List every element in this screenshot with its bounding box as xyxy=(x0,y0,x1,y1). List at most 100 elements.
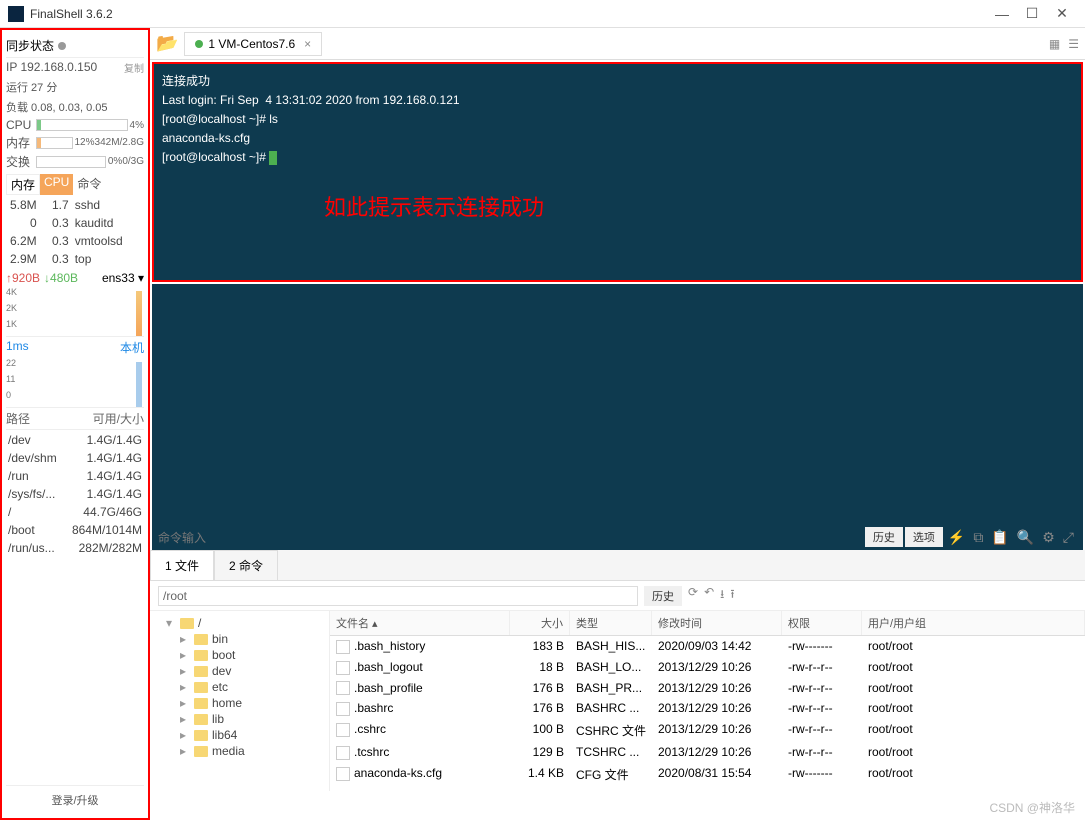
proc-row: 2.9M0.3top xyxy=(8,251,142,267)
net-up: ↑920B xyxy=(6,271,40,285)
annotation-text: 如此提示表示连接成功 xyxy=(324,190,544,222)
net-graph: 4K 2K 1K xyxy=(6,287,144,337)
fs-row: /run/us...282M/282M xyxy=(8,540,142,556)
proc-cmd-col[interactable]: 命令 xyxy=(73,174,105,195)
process-header[interactable]: 内存 CPU 命令 xyxy=(6,174,144,195)
proc-mem-col[interactable]: 内存 xyxy=(6,174,40,195)
toolbar-right-icons: ▦ ☰ xyxy=(1049,37,1079,51)
folder-icon xyxy=(194,634,208,645)
ytick: 1K xyxy=(6,319,17,329)
mem-label: 内存 xyxy=(6,134,34,151)
paste-icon[interactable]: 📋 xyxy=(988,529,1011,546)
sync-status-row: 同步状态 xyxy=(6,34,144,58)
file-row[interactable]: .cshrc100 BCSHRC 文件2013/12/29 10:26-rw-r… xyxy=(330,719,1085,742)
cursor-icon xyxy=(269,151,277,165)
proc-cpu-col[interactable]: CPU xyxy=(40,174,73,195)
tab-files[interactable]: 1 文件 xyxy=(150,550,214,580)
path-input[interactable] xyxy=(158,586,638,606)
file-history-button[interactable]: 历史 xyxy=(644,586,682,606)
upload-icon[interactable]: ⭱ xyxy=(730,585,734,606)
col-type[interactable]: 类型 xyxy=(570,611,652,635)
bolt-icon[interactable]: ⚡ xyxy=(945,529,968,546)
file-list[interactable]: 文件名 ▴ 大小 类型 修改时间 权限 用户/用户组 .bash_history… xyxy=(330,611,1085,791)
sync-dot-icon xyxy=(58,42,66,50)
copy-button[interactable]: 复制 xyxy=(124,60,144,75)
file-icon xyxy=(336,681,350,695)
cpu-label: CPU xyxy=(6,118,34,132)
file-row[interactable]: .bash_profile176 BBASH_PR...2013/12/29 1… xyxy=(330,678,1085,699)
fs-path-hdr: 路径 xyxy=(6,410,51,427)
file-row[interactable]: anaconda-ks.cfg1.4 KBCFG 文件2020/08/31 15… xyxy=(330,763,1085,786)
file-row[interactable]: .tcshrc129 BTCSHRC ...2013/12/29 10:26-r… xyxy=(330,742,1085,763)
tree-item: ▸lib64 xyxy=(154,727,325,743)
net-iface-dropdown[interactable]: ens33 ▾ xyxy=(102,271,144,285)
col-size[interactable]: 大小 xyxy=(510,611,570,635)
command-input[interactable]: 命令输入 xyxy=(158,529,865,546)
history-button[interactable]: 历史 xyxy=(865,527,903,547)
folder-tree[interactable]: ▾/ ▸bin ▸boot ▸dev ▸etc ▸home ▸lib ▸lib6… xyxy=(150,611,330,791)
login-upgrade-link[interactable]: 登录/升级 xyxy=(6,785,144,814)
file-row[interactable]: .bash_logout18 BBASH_LO...2013/12/29 10:… xyxy=(330,657,1085,678)
folder-icon xyxy=(194,682,208,693)
options-button[interactable]: 选项 xyxy=(905,527,943,547)
mem-bar xyxy=(36,137,73,149)
close-button[interactable]: ✕ xyxy=(1047,5,1077,22)
folder-icon xyxy=(194,714,208,725)
settings-icon[interactable]: ⚙ xyxy=(1039,529,1058,546)
ytick: 4K xyxy=(6,287,17,297)
open-folder-icon[interactable]: 📂 xyxy=(156,33,178,54)
tree-item: ▸dev xyxy=(154,663,325,679)
mem-value: 342M/2.8G xyxy=(95,137,144,148)
col-name[interactable]: 文件名 ▴ xyxy=(330,611,510,635)
tree-item: ▸boot xyxy=(154,647,325,663)
tree-item: ▸etc xyxy=(154,679,325,695)
latency-graph: 22 11 0 xyxy=(6,358,144,408)
command-bar: 命令输入 历史 选项 ⚡ ⧉ 📋 🔍 ⚙ ⤢ xyxy=(152,524,1083,550)
swap-row: 交换 0% 0/3G xyxy=(6,152,144,171)
maximize-button[interactable]: ☐ xyxy=(1017,5,1047,22)
menu-icon[interactable]: ☰ xyxy=(1068,37,1079,51)
ssh-tab[interactable]: 1 VM-Centos7.6 × xyxy=(184,32,322,56)
file-browser: ▾/ ▸bin ▸boot ▸dev ▸etc ▸home ▸lib ▸lib6… xyxy=(150,611,1085,791)
ip-text: IP 192.168.0.150 xyxy=(6,60,97,74)
terminal-output[interactable]: 连接成功 Last login: Fri Sep 4 13:31:02 2020… xyxy=(154,64,1081,280)
status-dot-icon xyxy=(195,40,203,48)
terminal-continuation[interactable] xyxy=(152,284,1083,524)
file-row[interactable]: .bashrc176 BBASHRC ...2013/12/29 10:26-r… xyxy=(330,698,1085,719)
grid-icon[interactable]: ▦ xyxy=(1049,37,1060,51)
status-sidebar: 同步状态 IP 192.168.0.150 复制 运行 27 分 负载 0.08… xyxy=(0,28,150,820)
fs-header: 路径 可用/大小 xyxy=(6,408,144,430)
tab-commands[interactable]: 2 命令 xyxy=(214,550,278,580)
expand-icon[interactable]: ⤢ xyxy=(1060,529,1077,546)
folder-icon xyxy=(194,698,208,709)
terminal-area[interactable]: 连接成功 Last login: Fri Sep 4 13:31:02 2020… xyxy=(152,62,1083,282)
cpu-value: 4% xyxy=(130,120,144,131)
path-row: 历史 ⟳ ↶ ⭳ ⭱ xyxy=(150,581,1085,611)
folder-icon xyxy=(194,746,208,757)
fs-table: /dev1.4G/1.4G /dev/shm1.4G/1.4G /run1.4G… xyxy=(6,430,144,558)
swap-bar xyxy=(36,156,106,168)
minimize-button[interactable]: — xyxy=(987,6,1017,22)
folder-icon xyxy=(194,650,208,661)
tab-close-icon[interactable]: × xyxy=(304,37,311,51)
copy-icon[interactable]: ⧉ xyxy=(970,529,986,546)
refresh-icon[interactable]: ⟳ xyxy=(688,585,698,606)
file-icon xyxy=(336,702,350,716)
mem-pct: 12% xyxy=(75,137,95,148)
uptime-text: 运行 27 分 xyxy=(6,77,144,97)
cpu-row: CPU 4% xyxy=(6,117,144,133)
net-down: ↓480B xyxy=(44,271,78,285)
folder-icon xyxy=(194,730,208,741)
mem-row: 内存 12% 342M/2.8G xyxy=(6,133,144,152)
col-perm[interactable]: 权限 xyxy=(782,611,862,635)
download-icon[interactable]: ⭳ xyxy=(720,585,724,606)
file-list-header[interactable]: 文件名 ▴ 大小 类型 修改时间 权限 用户/用户组 xyxy=(330,611,1085,636)
col-own[interactable]: 用户/用户组 xyxy=(862,611,1085,635)
col-date[interactable]: 修改时间 xyxy=(652,611,782,635)
local-label[interactable]: 本机 xyxy=(120,339,144,356)
ytick: 22 xyxy=(6,358,16,368)
search-icon[interactable]: 🔍 xyxy=(1014,529,1037,546)
back-icon[interactable]: ↶ xyxy=(704,585,714,606)
process-table: 5.8M1.7sshd 00.3kauditd 6.2M0.3vmtoolsd … xyxy=(6,195,144,269)
file-row[interactable]: .bash_history183 BBASH_HIS...2020/09/03 … xyxy=(330,636,1085,657)
